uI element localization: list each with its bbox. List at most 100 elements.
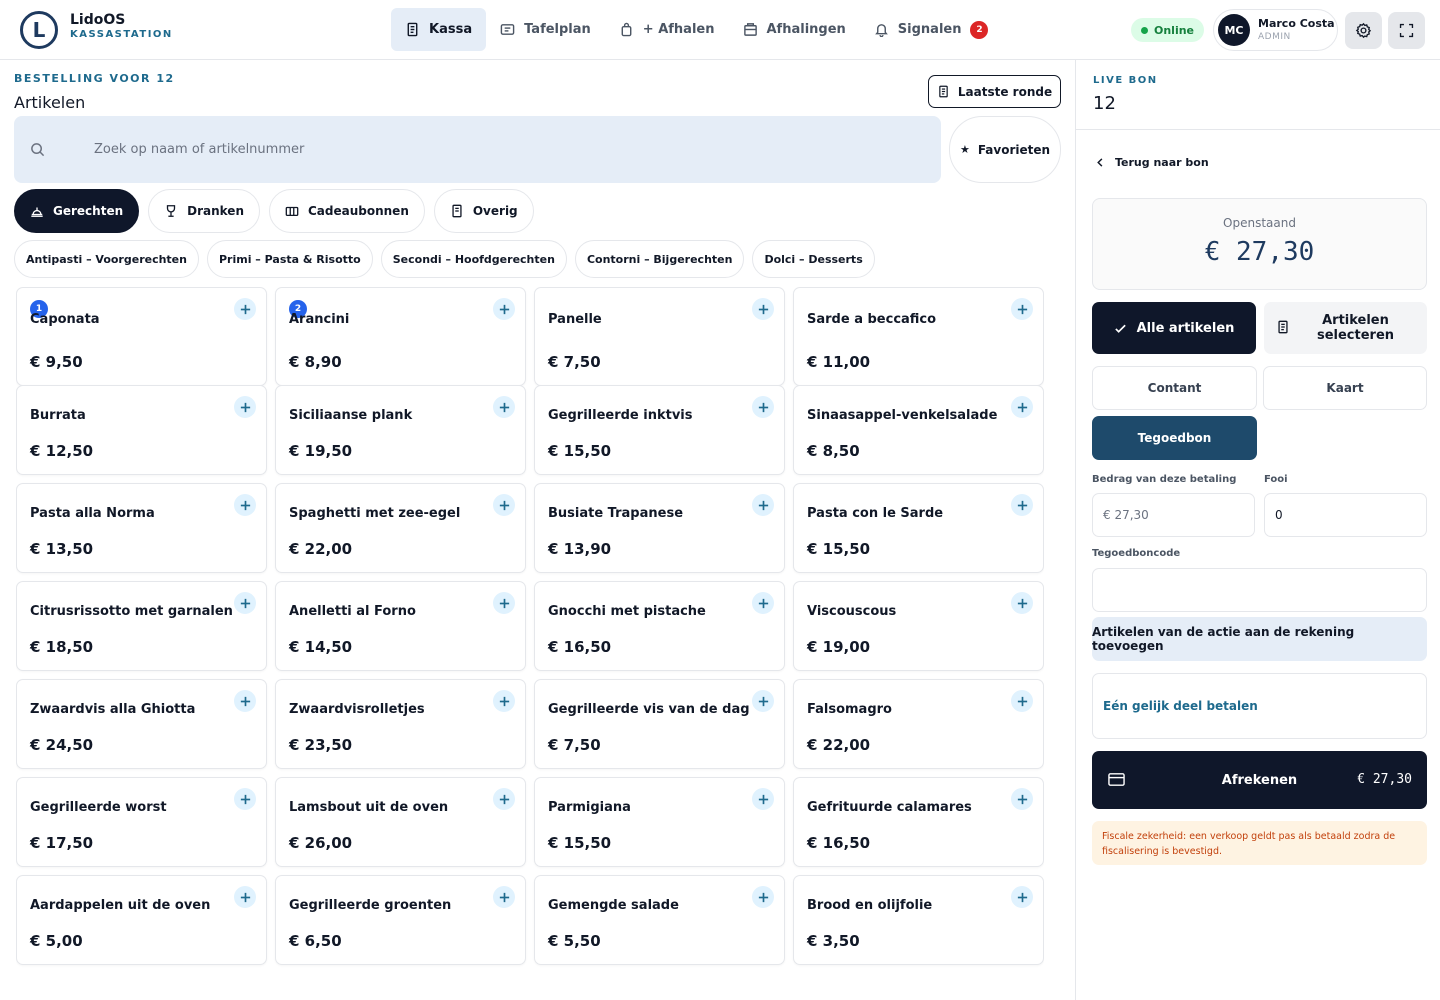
- product-price: € 5,50: [548, 932, 601, 950]
- fiscal-notice: Fiscale zekerheid: een verkoop geldt pas…: [1092, 821, 1427, 865]
- product-card[interactable]: Panelle € 7,50: [534, 287, 785, 386]
- amount-field[interactable]: [1092, 493, 1255, 537]
- last-round-button[interactable]: Laatste ronde: [928, 75, 1061, 108]
- product-card[interactable]: Busiate Trapanese € 13,90: [534, 483, 785, 573]
- nav-kassa[interactable]: Kassa: [391, 8, 487, 51]
- fullscreen-button[interactable]: [1388, 12, 1425, 49]
- add-item-button[interactable]: [1011, 298, 1033, 320]
- product-card[interactable]: Brood en olijfolie € 3,50: [793, 875, 1044, 965]
- user-name: Marco Costa: [1258, 17, 1335, 30]
- product-card[interactable]: Gegrilleerde worst € 17,50: [16, 777, 267, 867]
- plus-icon: [499, 598, 509, 608]
- plus-icon: [758, 696, 768, 706]
- nav-afhalingen[interactable]: Afhalingen: [729, 8, 860, 51]
- product-card[interactable]: Anelletti al Forno € 14,50: [275, 581, 526, 671]
- product-card[interactable]: Sinaasappel-venkelsalade € 8,50: [793, 385, 1044, 475]
- split-equal-button[interactable]: Eén gelijk deel betalen: [1092, 673, 1427, 739]
- add-item-button[interactable]: [1011, 886, 1033, 908]
- favorites-button[interactable]: ★ Favorieten: [949, 116, 1061, 183]
- product-name: Parmigiana: [548, 800, 631, 815]
- checkout-button[interactable]: Afrekenen € 27,30: [1092, 751, 1427, 809]
- add-item-button[interactable]: [234, 494, 256, 516]
- add-item-button[interactable]: [752, 788, 774, 810]
- tip-field[interactable]: [1264, 493, 1427, 537]
- payment-method-card[interactable]: Kaart: [1263, 366, 1427, 410]
- add-item-button[interactable]: [1011, 690, 1033, 712]
- nav-afhalen[interactable]: + Afhalen: [605, 8, 729, 51]
- add-item-button[interactable]: [752, 298, 774, 320]
- product-card[interactable]: Falsomagro € 22,00: [793, 679, 1044, 769]
- add-item-button[interactable]: [234, 298, 256, 320]
- product-card[interactable]: 2 Arancini € 8,90: [275, 287, 526, 386]
- product-price: € 13,50: [30, 540, 94, 558]
- product-card[interactable]: Pasta alla Norma € 13,50: [16, 483, 267, 573]
- subcategory-tab[interactable]: Antipasti – Voorgerechten: [14, 240, 199, 278]
- product-card[interactable]: Gemengde salade € 5,50: [534, 875, 785, 965]
- user-menu[interactable]: MC Marco Costa ADMIN: [1213, 9, 1338, 51]
- nav-tafelplan[interactable]: Tafelplan: [486, 8, 605, 51]
- product-card[interactable]: Aardappelen uit de oven € 5,00: [16, 875, 267, 965]
- tab-cadeaubonnen[interactable]: Cadeaubonnen: [268, 189, 425, 233]
- nav-signalen[interactable]: Signalen 2: [860, 8, 1003, 51]
- product-price: € 13,90: [548, 540, 612, 558]
- product-card[interactable]: Zwaardvis alla Ghiotta € 24,50: [16, 679, 267, 769]
- add-item-button[interactable]: [234, 690, 256, 712]
- add-item-button[interactable]: [234, 592, 256, 614]
- add-item-button[interactable]: [493, 396, 515, 418]
- back-to-bill-link[interactable]: Terug naar bon: [1095, 156, 1209, 169]
- add-item-button[interactable]: [493, 886, 515, 908]
- add-item-button[interactable]: [234, 396, 256, 418]
- product-card[interactable]: Gegrilleerde inktvis € 15,50: [534, 385, 785, 475]
- payment-method-cash[interactable]: Contant: [1092, 366, 1257, 410]
- product-card[interactable]: Pasta con le Sarde € 15,50: [793, 483, 1044, 573]
- product-card[interactable]: Zwaardvisrolletjes € 23,50: [275, 679, 526, 769]
- product-card[interactable]: Gefrituurde calamares € 16,50: [793, 777, 1044, 867]
- add-item-button[interactable]: [752, 690, 774, 712]
- add-item-button[interactable]: [752, 494, 774, 516]
- payment-method-voucher[interactable]: Tegoedbon: [1092, 416, 1257, 460]
- subcategory-tab[interactable]: Contorni – Bijgerechten: [574, 240, 745, 278]
- tab-overig[interactable]: Overig: [433, 189, 534, 233]
- add-item-button[interactable]: [1011, 592, 1033, 614]
- subcategory-tab[interactable]: Secondi – Hoofdgerechten: [380, 240, 567, 278]
- add-item-button[interactable]: [493, 494, 515, 516]
- select-items-button[interactable]: Artikelen selecteren: [1264, 302, 1427, 354]
- add-item-button[interactable]: [752, 396, 774, 418]
- add-item-button[interactable]: [752, 886, 774, 908]
- product-card[interactable]: Sarde a beccafico € 11,00: [793, 287, 1044, 386]
- product-card[interactable]: Citrusrissotto met garnalen € 18,50: [16, 581, 267, 671]
- product-card[interactable]: Gegrilleerde vis van de dag € 7,50: [534, 679, 785, 769]
- product-card[interactable]: Gnocchi met pistache € 16,50: [534, 581, 785, 671]
- subcategory-tab[interactable]: Primi – Pasta & Risotto: [206, 240, 373, 278]
- voucher-code-field[interactable]: [1092, 568, 1427, 612]
- bell-icon: [874, 24, 888, 37]
- product-card[interactable]: 1 Caponata € 9,50: [16, 287, 267, 386]
- add-action-items-button[interactable]: Artikelen van de actie aan de rekening t…: [1092, 617, 1427, 661]
- subcategory-tab[interactable]: Dolci – Desserts: [752, 240, 875, 278]
- add-item-button[interactable]: [1011, 788, 1033, 810]
- tab-dranken[interactable]: Dranken: [148, 189, 260, 233]
- settings-button[interactable]: [1345, 12, 1382, 49]
- product-card[interactable]: Gegrilleerde groenten € 6,50: [275, 875, 526, 965]
- add-item-button[interactable]: [1011, 396, 1033, 418]
- add-item-button[interactable]: [234, 788, 256, 810]
- product-card[interactable]: Parmigiana € 15,50: [534, 777, 785, 867]
- all-items-button[interactable]: Alle artikelen: [1092, 302, 1256, 354]
- product-card[interactable]: Viscouscous € 19,00: [793, 581, 1044, 671]
- add-item-button[interactable]: [493, 690, 515, 712]
- search-input[interactable]: [94, 136, 894, 162]
- product-card[interactable]: Spaghetti met zee-egel € 22,00: [275, 483, 526, 573]
- product-card[interactable]: Burrata € 12,50: [16, 385, 267, 475]
- product-card[interactable]: Lamsbout uit de oven € 26,00: [275, 777, 526, 867]
- add-item-button[interactable]: [752, 592, 774, 614]
- brand-subtitle: KASSASTATION: [70, 29, 173, 40]
- add-item-button[interactable]: [493, 592, 515, 614]
- add-item-button[interactable]: [1011, 494, 1033, 516]
- add-item-button[interactable]: [493, 788, 515, 810]
- tab-gerechten[interactable]: Gerechten: [14, 189, 140, 233]
- product-name: Gegrilleerde vis van de dag: [548, 702, 750, 717]
- product-card[interactable]: Siciliaanse plank € 19,50: [275, 385, 526, 475]
- add-item-button[interactable]: [493, 298, 515, 320]
- add-item-button[interactable]: [234, 886, 256, 908]
- product-name: Siciliaanse plank: [289, 408, 413, 423]
